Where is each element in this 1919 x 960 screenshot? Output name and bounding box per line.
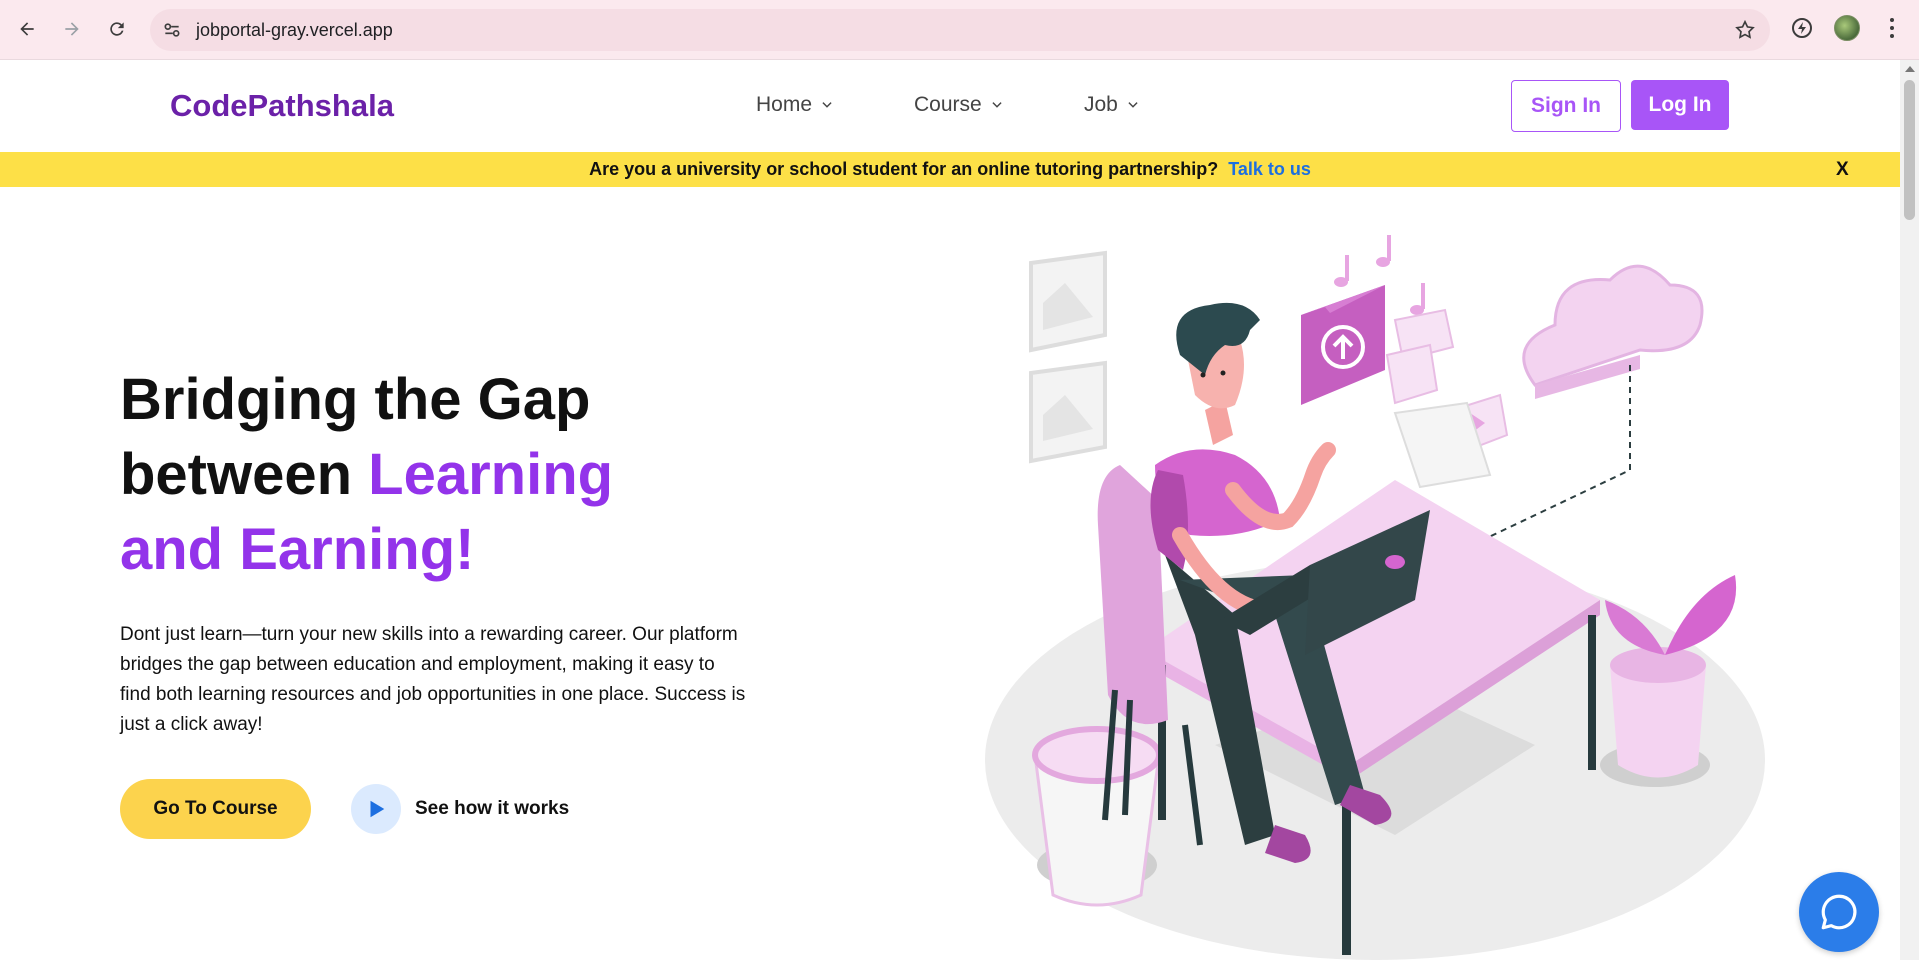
profile-avatar[interactable] [1834, 15, 1860, 41]
banner-close-button[interactable]: X [1836, 159, 1849, 181]
cloud-icon [1522, 264, 1704, 399]
see-how-it-works-button[interactable]: See how it works [351, 784, 569, 834]
hero-description: Dont just learn—turn your new skills int… [120, 624, 746, 735]
arrow-left-icon [20, 22, 34, 36]
announcement-banner: Are you a university or school student f… [0, 152, 1900, 187]
nav-home[interactable]: Home [756, 93, 834, 117]
chat-bubble-icon [1821, 894, 1857, 930]
forward-button[interactable] [57, 14, 87, 44]
play-icon [370, 800, 385, 818]
url-text[interactable]: jobportal-gray.vercel.app [196, 20, 393, 41]
reload-button[interactable] [102, 14, 132, 44]
hero-title-highlight-learning: Learning [368, 442, 614, 507]
play-button[interactable] [351, 784, 401, 834]
trash-can-icon [1032, 726, 1162, 907]
arrow-right-icon [65, 22, 79, 36]
hero-title-line3: and Earning! [120, 517, 475, 582]
sign-in-button[interactable]: Sign In [1511, 80, 1621, 132]
scroll-up-icon[interactable] [1905, 66, 1915, 72]
browser-menu-button[interactable] [1882, 16, 1902, 40]
hero-title-line2-a: between [120, 442, 369, 507]
bookmark-star-icon[interactable] [1734, 19, 1756, 41]
site-header: CodePathshala Home Course Job Sign In Lo… [0, 60, 1900, 152]
upload-folder-icon [1301, 285, 1385, 405]
back-button[interactable] [12, 14, 42, 44]
log-in-button[interactable]: Log In [1631, 80, 1729, 130]
go-to-course-button[interactable]: Go To Course [120, 779, 311, 839]
banner-text: Are you a university or school student f… [589, 159, 1219, 179]
hero-title-line1: Bridging the Gap [120, 367, 591, 432]
talk-to-us-link[interactable]: Talk to us [1228, 159, 1311, 180]
chevron-down-icon [1128, 102, 1138, 108]
hero-illustration [985, 235, 1765, 960]
nav-course-label: Course [914, 93, 982, 116]
brand-logo[interactable]: CodePathshala [170, 88, 394, 124]
reload-icon [110, 22, 124, 36]
scroll-thumb[interactable] [1904, 80, 1915, 220]
browser-toolbar: jobportal-gray.vercel.app [0, 0, 1919, 60]
nav-course[interactable]: Course [914, 93, 1004, 117]
picture-frame-icon [1029, 250, 1107, 464]
see-how-label: See how it works [415, 798, 570, 819]
hero-title-line2: between Learning [120, 437, 740, 512]
photo-card-icon [1385, 308, 1509, 489]
chevron-down-icon [822, 102, 832, 108]
chevron-down-icon [992, 102, 1002, 108]
chat-button[interactable] [1799, 872, 1879, 952]
nav-home-label: Home [756, 93, 813, 116]
hero-title: Bridging the Gap between Learning and Ea… [120, 362, 740, 587]
nav-job-label: Job [1084, 93, 1118, 116]
address-bar[interactable]: jobportal-gray.vercel.app [150, 9, 1770, 51]
site-settings-icon[interactable] [162, 20, 182, 40]
nav-job[interactable]: Job [1084, 93, 1140, 117]
page-scrollbar[interactable] [1900, 60, 1919, 960]
extension-icon[interactable] [1790, 16, 1814, 40]
